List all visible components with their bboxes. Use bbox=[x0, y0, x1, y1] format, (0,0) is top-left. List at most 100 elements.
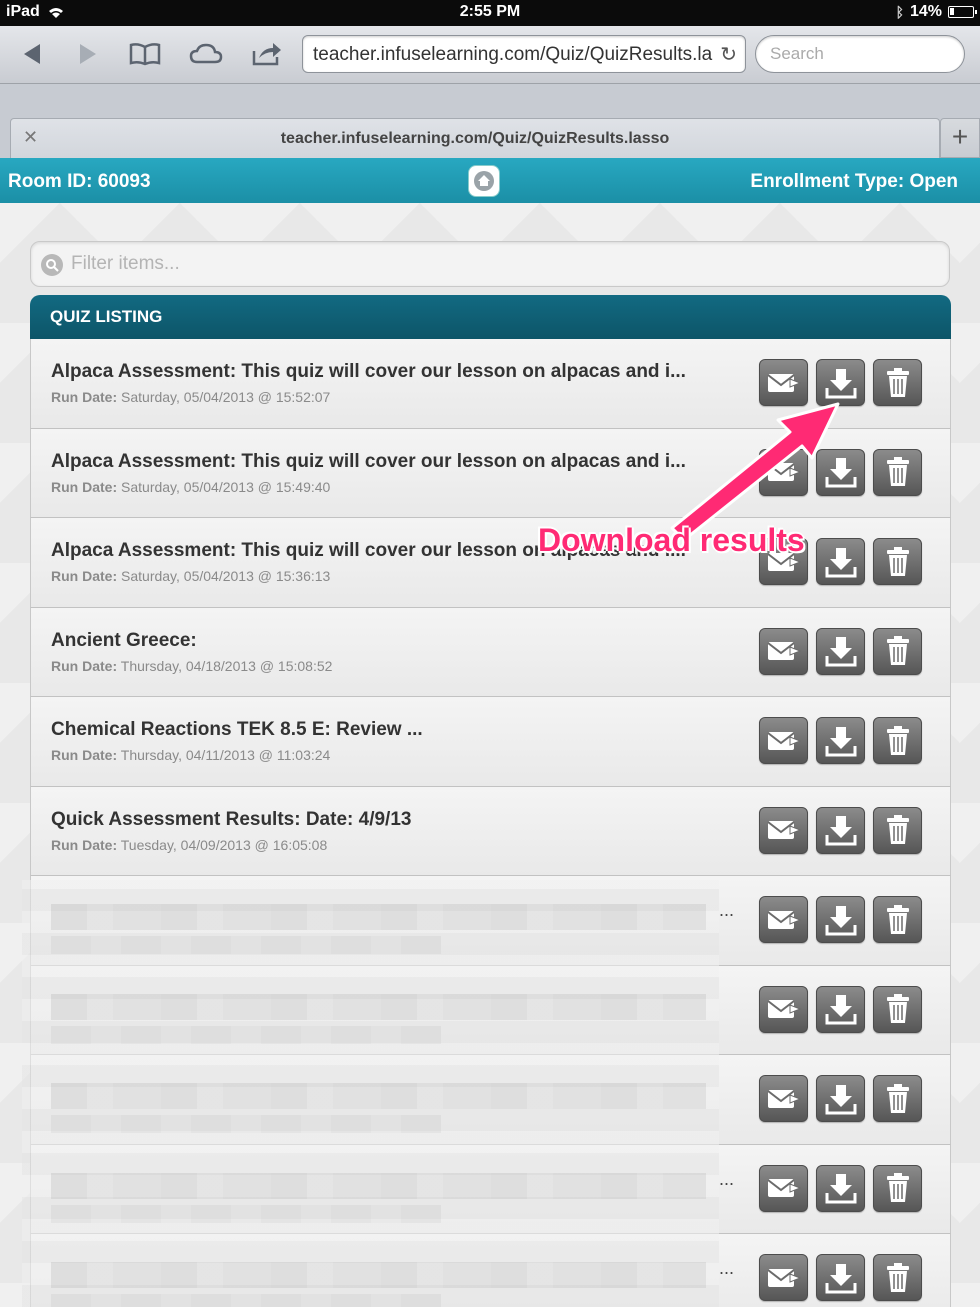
truncation-ellipsis: ... bbox=[719, 1258, 735, 1278]
quiz-row[interactable]: Quick Assessment Results: Date: 4/9/13 R… bbox=[30, 786, 951, 876]
trash-icon bbox=[886, 725, 909, 755]
delete-quiz-button[interactable] bbox=[873, 1075, 922, 1122]
email-results-button[interactable] bbox=[759, 717, 808, 764]
redacted-title bbox=[51, 993, 706, 1020]
quiz-row-redacted[interactable]: ... bbox=[30, 876, 951, 966]
filter-bar bbox=[30, 241, 950, 287]
quiz-run-date: Run Date: Tuesday, 04/09/2013 @ 16:05:08 bbox=[51, 837, 327, 853]
redacted-title bbox=[51, 1083, 706, 1109]
trash-icon bbox=[886, 636, 909, 665]
truncation-ellipsis: ... bbox=[719, 1168, 735, 1189]
quiz-row[interactable]: Alpaca Assessment: This quiz will cover … bbox=[30, 428, 951, 518]
quiz-row-redacted[interactable] bbox=[30, 1055, 951, 1145]
download-icon bbox=[825, 905, 856, 935]
delete-quiz-button[interactable] bbox=[873, 1254, 922, 1301]
email-results-button[interactable] bbox=[759, 359, 808, 406]
download-results-button[interactable] bbox=[816, 896, 865, 943]
email-icon bbox=[766, 1268, 801, 1287]
email-results-button[interactable] bbox=[759, 448, 808, 496]
download-results-button[interactable] bbox=[816, 448, 865, 496]
new-tab-icon[interactable]: + bbox=[940, 118, 980, 158]
status-right: ᛒ 14% bbox=[896, 3, 977, 21]
download-results-button[interactable] bbox=[816, 538, 865, 585]
delete-quiz-button[interactable] bbox=[873, 896, 922, 943]
url-field[interactable]: teacher.infuselearning.com/Quiz/QuizResu… bbox=[302, 35, 746, 73]
download-results-button[interactable] bbox=[816, 359, 865, 406]
download-results-button[interactable] bbox=[816, 985, 865, 1033]
email-icon bbox=[766, 1000, 801, 1018]
reload-icon[interactable]: ↻ bbox=[720, 42, 737, 67]
bookmarks-icon[interactable] bbox=[126, 36, 164, 72]
email-results-button[interactable] bbox=[759, 627, 808, 675]
search-icon bbox=[41, 254, 63, 276]
quiz-row[interactable]: Alpaca Assessment: This quiz will cover … bbox=[30, 339, 951, 429]
email-results-button[interactable] bbox=[759, 806, 808, 854]
row-actions bbox=[759, 717, 922, 764]
email-results-button[interactable] bbox=[759, 985, 808, 1033]
quiz-row-redacted[interactable] bbox=[30, 965, 951, 1055]
status-time: 2:55 PM bbox=[459, 3, 521, 20]
quiz-title: Alpaca Assessment: This quiz will cover … bbox=[51, 361, 686, 382]
back-icon[interactable] bbox=[12, 36, 50, 72]
quiz-row[interactable]: Ancient Greece: Run Date: Thursday, 04/1… bbox=[30, 607, 951, 697]
forward-icon[interactable] bbox=[70, 36, 108, 72]
quiz-title: Chemical Reactions TEK 8.5 E: Review ... bbox=[51, 719, 423, 740]
quiz-row-redacted[interactable]: ... bbox=[30, 1144, 951, 1234]
room-id: Room ID: 60093 bbox=[8, 171, 151, 192]
home-button[interactable] bbox=[468, 165, 500, 197]
trash-icon bbox=[886, 546, 909, 576]
quiz-row[interactable]: Chemical Reactions TEK 8.5 E: Review ...… bbox=[30, 697, 951, 787]
email-results-button[interactable] bbox=[759, 896, 808, 943]
delete-quiz-button[interactable] bbox=[873, 627, 922, 675]
download-results-button[interactable] bbox=[816, 627, 865, 675]
download-results-button[interactable] bbox=[816, 717, 865, 764]
row-actions bbox=[759, 359, 922, 406]
delete-quiz-button[interactable] bbox=[873, 985, 922, 1033]
run-date-label: Run Date: bbox=[51, 478, 118, 495]
trash-icon bbox=[886, 1173, 909, 1202]
delete-quiz-button[interactable] bbox=[873, 1164, 922, 1212]
run-date-label: Run Date: bbox=[51, 389, 118, 405]
redacted-date bbox=[51, 1204, 441, 1223]
delete-quiz-button[interactable] bbox=[873, 448, 922, 496]
run-date-label: Run Date: bbox=[51, 747, 118, 763]
row-actions bbox=[759, 1164, 922, 1212]
browser-tab[interactable]: ✕ teacher.infuselearning.com/Quiz/QuizRe… bbox=[10, 118, 940, 158]
email-results-button[interactable] bbox=[759, 1075, 808, 1122]
quiz-row-redacted[interactable]: ... bbox=[30, 1234, 951, 1307]
delete-quiz-button[interactable] bbox=[873, 717, 922, 764]
trash-icon bbox=[886, 1083, 909, 1113]
filter-input[interactable] bbox=[71, 249, 931, 279]
quiz-run-date: Run Date: Saturday, 05/04/2013 @ 15:52:0… bbox=[51, 389, 330, 405]
row-actions bbox=[759, 1075, 922, 1122]
icloud-tabs-icon[interactable] bbox=[187, 36, 225, 72]
download-icon bbox=[825, 1263, 856, 1293]
row-actions bbox=[759, 448, 922, 496]
run-date-value: Saturday, 05/04/2013 @ 15:36:13 bbox=[121, 568, 331, 584]
browser-search-input[interactable]: Search bbox=[755, 35, 965, 73]
quiz-rows: Alpaca Assessment: This quiz will cover … bbox=[30, 339, 951, 1307]
download-icon bbox=[825, 637, 856, 667]
trash-icon bbox=[886, 815, 909, 844]
battery-icon bbox=[948, 6, 977, 18]
email-results-button[interactable] bbox=[759, 1164, 808, 1212]
download-results-button[interactable] bbox=[816, 1075, 865, 1122]
download-results-button[interactable] bbox=[816, 1164, 865, 1212]
download-results-button[interactable] bbox=[816, 1254, 865, 1301]
row-actions bbox=[759, 896, 922, 943]
download-results-button[interactable] bbox=[816, 806, 865, 854]
email-icon bbox=[766, 1089, 801, 1108]
trash-icon bbox=[886, 1262, 909, 1292]
quiz-row[interactable]: Alpaca Assessment: This quiz will cover … bbox=[30, 518, 951, 608]
enrollment-type: Enrollment Type: Open bbox=[750, 171, 958, 192]
delete-quiz-button[interactable] bbox=[873, 359, 922, 406]
download-icon bbox=[825, 726, 856, 756]
delete-quiz-button[interactable] bbox=[873, 538, 922, 585]
delete-quiz-button[interactable] bbox=[873, 806, 922, 854]
trash-icon bbox=[886, 994, 909, 1023]
email-results-button[interactable] bbox=[759, 1254, 808, 1301]
redacted-title bbox=[51, 1262, 706, 1288]
quiz-run-date: Run Date: Saturday, 05/04/2013 @ 15:49:4… bbox=[51, 479, 330, 495]
share-icon[interactable] bbox=[248, 36, 286, 72]
download-icon bbox=[825, 368, 856, 398]
